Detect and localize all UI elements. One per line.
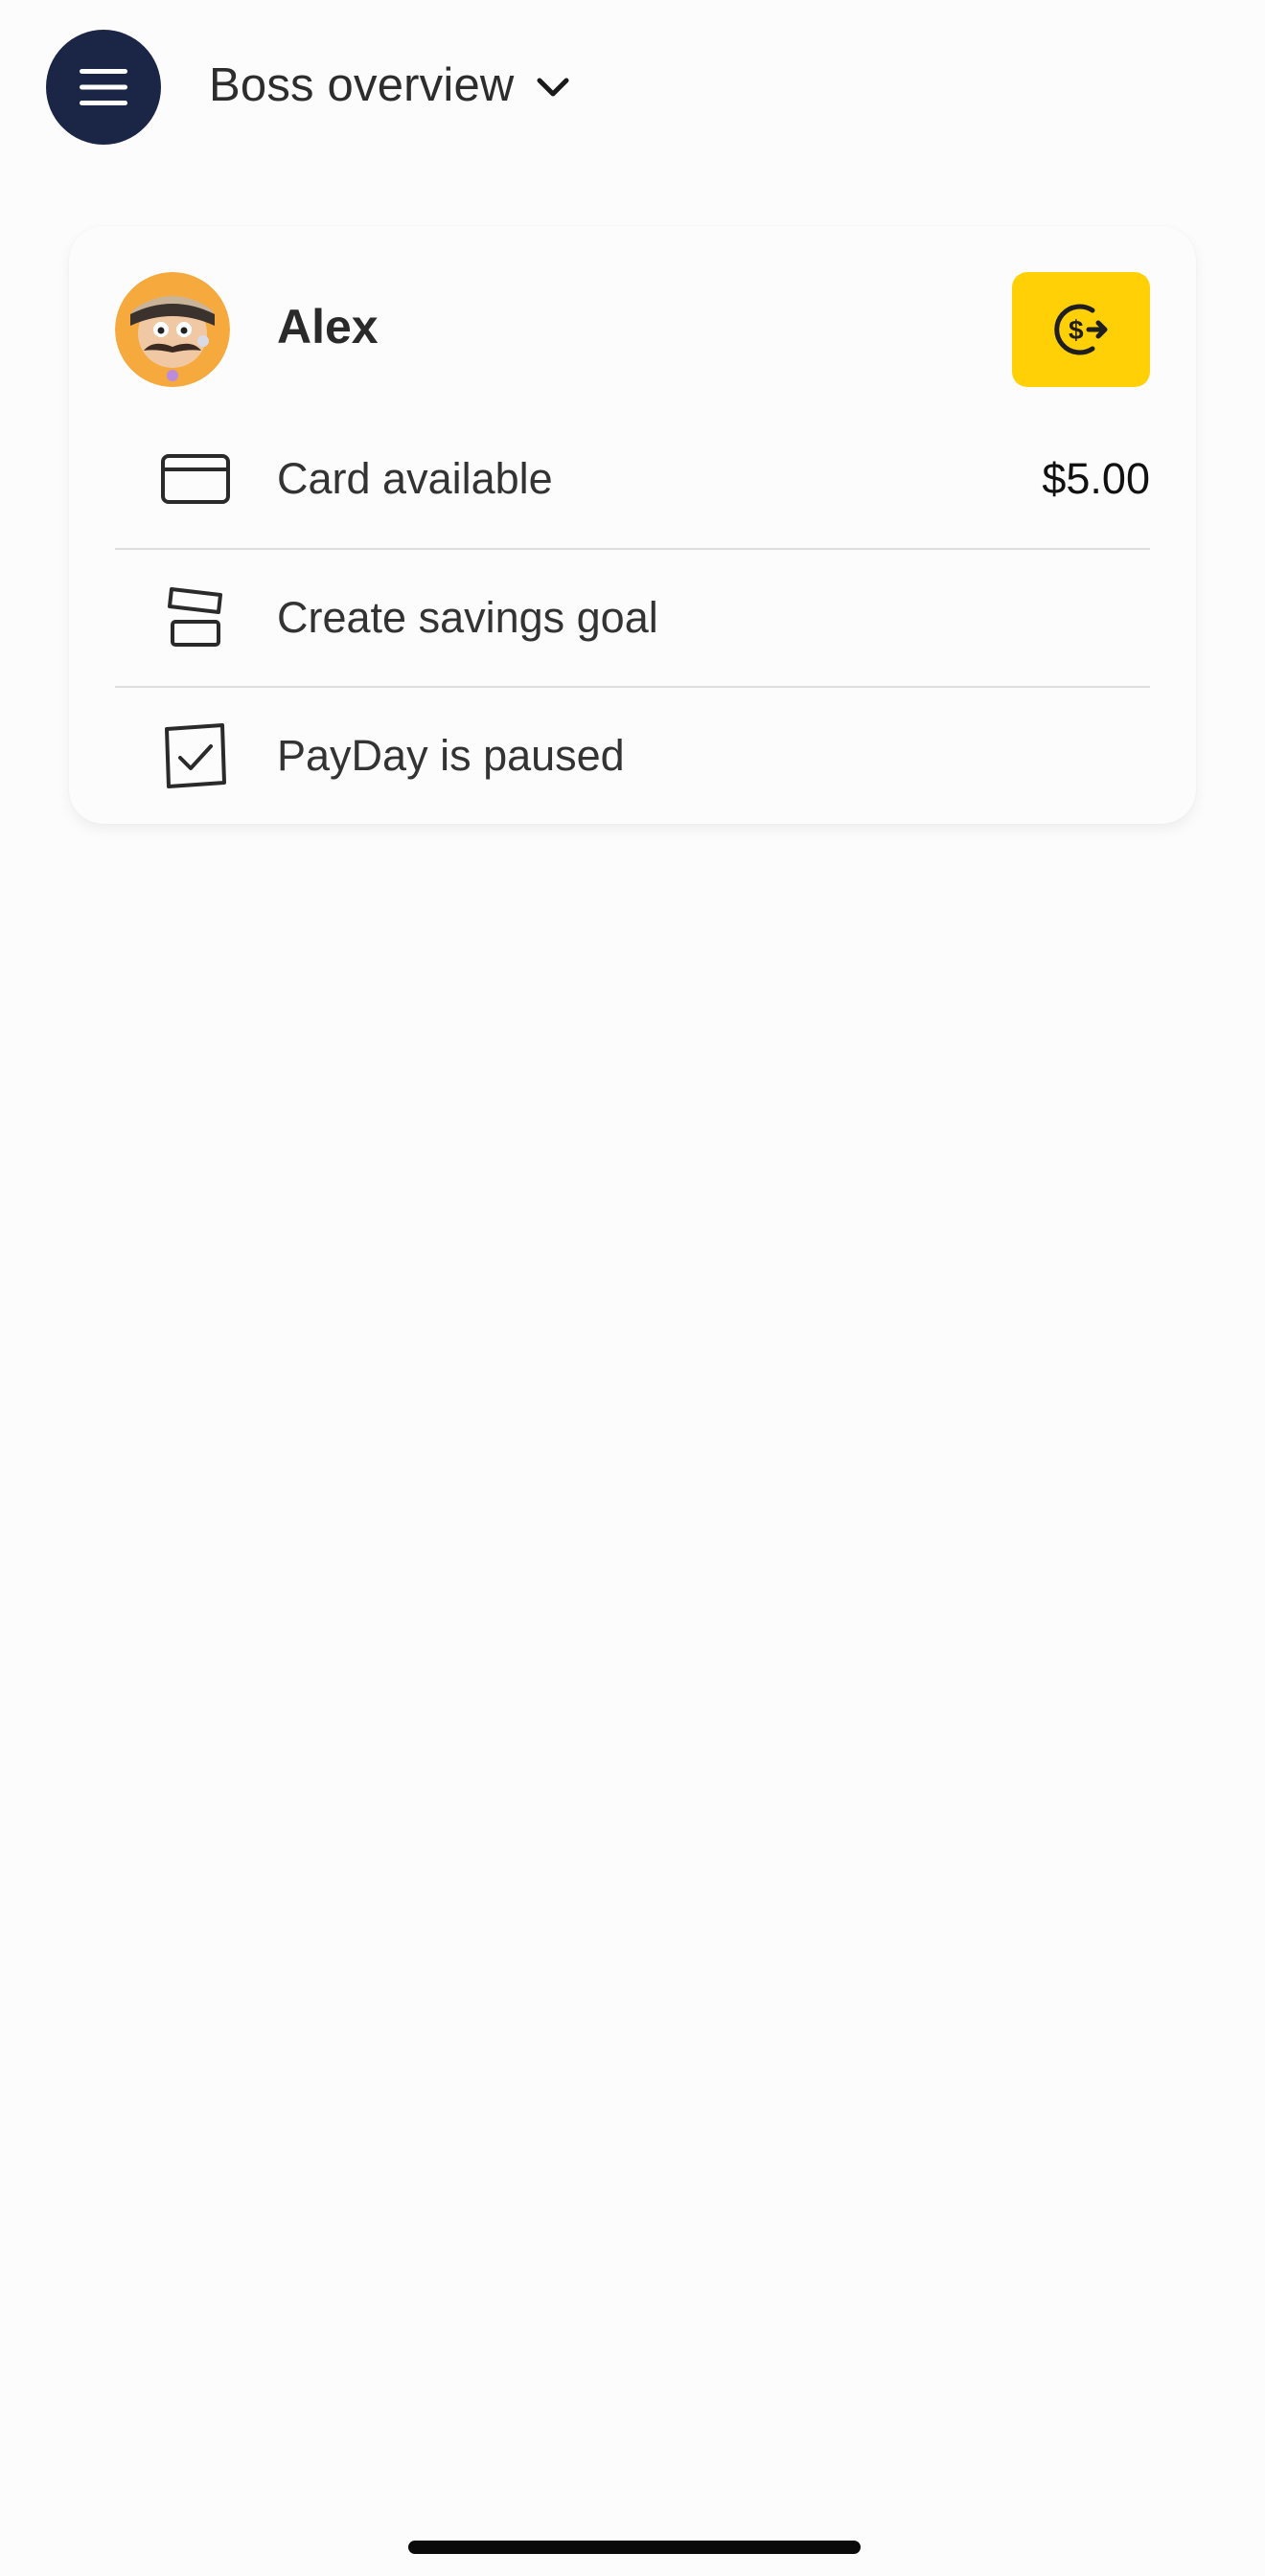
svg-text:$: $ xyxy=(1069,315,1084,345)
transfer-money-button[interactable]: $ xyxy=(1012,272,1150,387)
home-indicator[interactable] xyxy=(408,2541,861,2554)
boss-overview-screen: Boss overview Alex $ Card available $5.0… xyxy=(0,0,1265,2576)
row-create-savings-goal[interactable]: Create savings goal xyxy=(115,548,1150,686)
avatar-image xyxy=(115,272,230,387)
row-payday-paused[interactable]: PayDay is paused xyxy=(115,686,1150,824)
avatar[interactable] xyxy=(115,272,230,387)
kid-card-rows: Card available $5.00 Create savings goal xyxy=(115,410,1150,824)
hamburger-menu-icon xyxy=(80,69,127,105)
row-label: Create savings goal xyxy=(277,593,658,642)
chevron-down-icon xyxy=(537,78,568,97)
row-label: Card available xyxy=(277,454,553,503)
row-label: PayDay is paused xyxy=(277,731,625,780)
kid-name: Alex xyxy=(277,300,379,353)
checkbox-icon xyxy=(159,719,232,792)
kid-card[interactable]: Alex $ Card available $5.00 Create savin… xyxy=(69,226,1196,824)
card-balance: $5.00 xyxy=(1042,454,1150,503)
row-card-available[interactable]: Card available $5.00 xyxy=(115,410,1150,548)
menu-button[interactable] xyxy=(46,30,161,145)
credit-card-icon xyxy=(159,443,232,515)
savings-stack-icon xyxy=(159,581,232,654)
money-transfer-icon: $ xyxy=(1054,304,1108,355)
view-title: Boss overview xyxy=(209,59,515,111)
view-switcher-dropdown[interactable]: Boss overview xyxy=(209,53,572,118)
